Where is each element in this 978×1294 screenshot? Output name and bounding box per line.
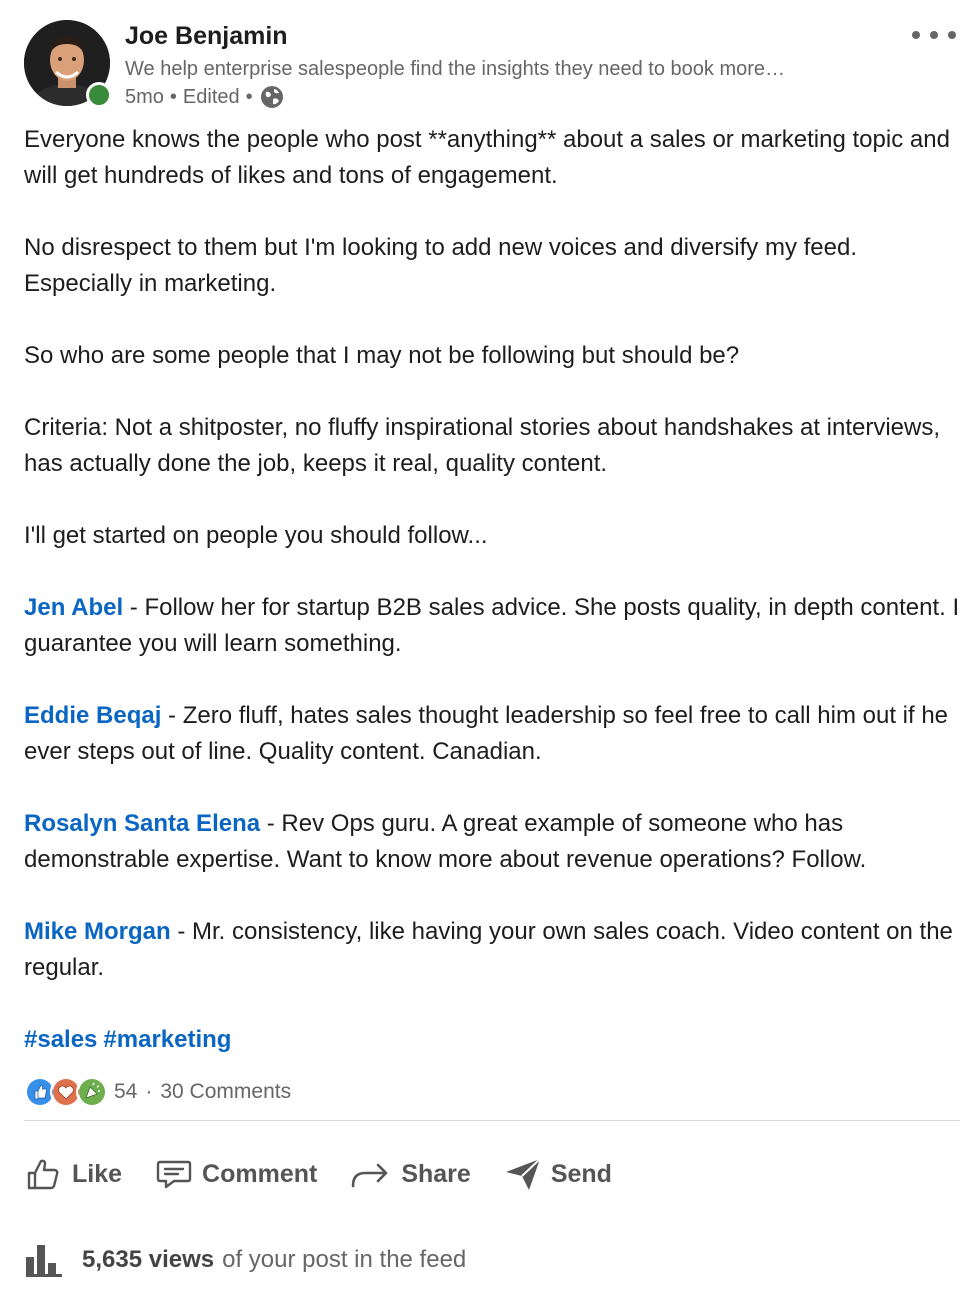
recommendation: Rosalyn Santa Elena - Rev Ops guru. A gr… — [24, 806, 964, 878]
ellipsis-icon — [930, 31, 938, 39]
views-count: 5,635 views — [82, 1246, 215, 1273]
hashtag-link[interactable]: #marketing — [103, 1026, 231, 1053]
post-time: 5mo — [125, 85, 164, 108]
action-bar: Like Comment Share Send — [20, 1146, 640, 1202]
author-headline: We help enterprise salespeople find the … — [125, 58, 786, 80]
like-button[interactable]: Like — [20, 1148, 126, 1200]
reaction-icons[interactable] — [24, 1076, 108, 1108]
bar-chart-icon — [26, 1245, 62, 1277]
post-body: Everyone knows the people who post **any… — [24, 122, 964, 1094]
ellipsis-icon — [912, 31, 920, 39]
ellipsis-icon — [948, 31, 956, 39]
recommendation: Eddie Beqaj - Zero fluff, hates sales th… — [24, 698, 964, 770]
recommendation-text: - Zero fluff, hates sales thought leader… — [24, 702, 949, 765]
comment-label: Comment — [202, 1159, 318, 1188]
author-name[interactable]: Joe Benjamin — [125, 22, 288, 51]
reaction-count[interactable]: 54 — [114, 1080, 137, 1104]
views-suffix: of your post in the feed — [222, 1246, 467, 1273]
comment-icon — [156, 1160, 192, 1189]
send-plane-icon — [505, 1158, 541, 1190]
globe-icon — [259, 84, 285, 110]
hashtag-link[interactable]: #sales — [24, 1026, 97, 1053]
recommendation-text: - Follow her for startup B2B sales advic… — [24, 594, 960, 657]
social-counts: 54 · 30 Comments — [24, 1074, 291, 1110]
send-button[interactable]: Send — [499, 1148, 616, 1200]
meta-separator: • — [245, 85, 253, 108]
post-paragraph: Criteria: Not a shitposter, no fluffy in… — [24, 414, 941, 477]
post-paragraph: I'll get started on people you should fo… — [24, 522, 488, 549]
post-paragraph: So who are some people that I may not be… — [24, 342, 740, 369]
edited-label: Edited — [182, 85, 240, 108]
count-separator: · — [145, 1080, 153, 1103]
thumbs-up-icon — [27, 1159, 59, 1190]
mention-link[interactable]: Jen Abel — [24, 594, 123, 621]
like-label: Like — [72, 1159, 123, 1188]
post-header: Joe Benjamin We help enterprise salespeo… — [24, 18, 960, 113]
divider — [24, 1120, 960, 1121]
mention-link[interactable]: Mike Morgan — [24, 918, 171, 945]
post-paragraph: Everyone knows the people who post **any… — [24, 126, 950, 189]
comments-count[interactable]: 30 Comments — [160, 1080, 291, 1104]
post-meta: 5mo • Edited • — [125, 84, 285, 110]
send-label: Send — [550, 1159, 612, 1188]
mention-link[interactable]: Rosalyn Santa Elena — [24, 810, 260, 837]
online-status-indicator — [86, 82, 112, 108]
recommendation: Mike Morgan - Mr. consistency, like havi… — [24, 914, 964, 986]
post-paragraph: No disrespect to them but I'm looking to… — [24, 234, 857, 297]
more-options-button[interactable] — [912, 22, 956, 48]
celebrate-reaction-icon — [76, 1076, 108, 1108]
meta-separator: • — [169, 85, 177, 108]
comment-button[interactable]: Comment — [150, 1148, 321, 1200]
share-label: Share — [401, 1159, 471, 1188]
share-button[interactable]: Share — [345, 1148, 474, 1200]
hashtags: #sales #marketing — [24, 1022, 964, 1058]
post-analytics[interactable]: 5,635 views of your post in the feed — [24, 1238, 466, 1282]
feed-post: Joe Benjamin We help enterprise salespeo… — [0, 0, 978, 1294]
share-arrow-icon — [352, 1163, 388, 1188]
mention-link[interactable]: Eddie Beqaj — [24, 702, 161, 729]
recommendation: Jen Abel - Follow her for startup B2B sa… — [24, 590, 964, 662]
